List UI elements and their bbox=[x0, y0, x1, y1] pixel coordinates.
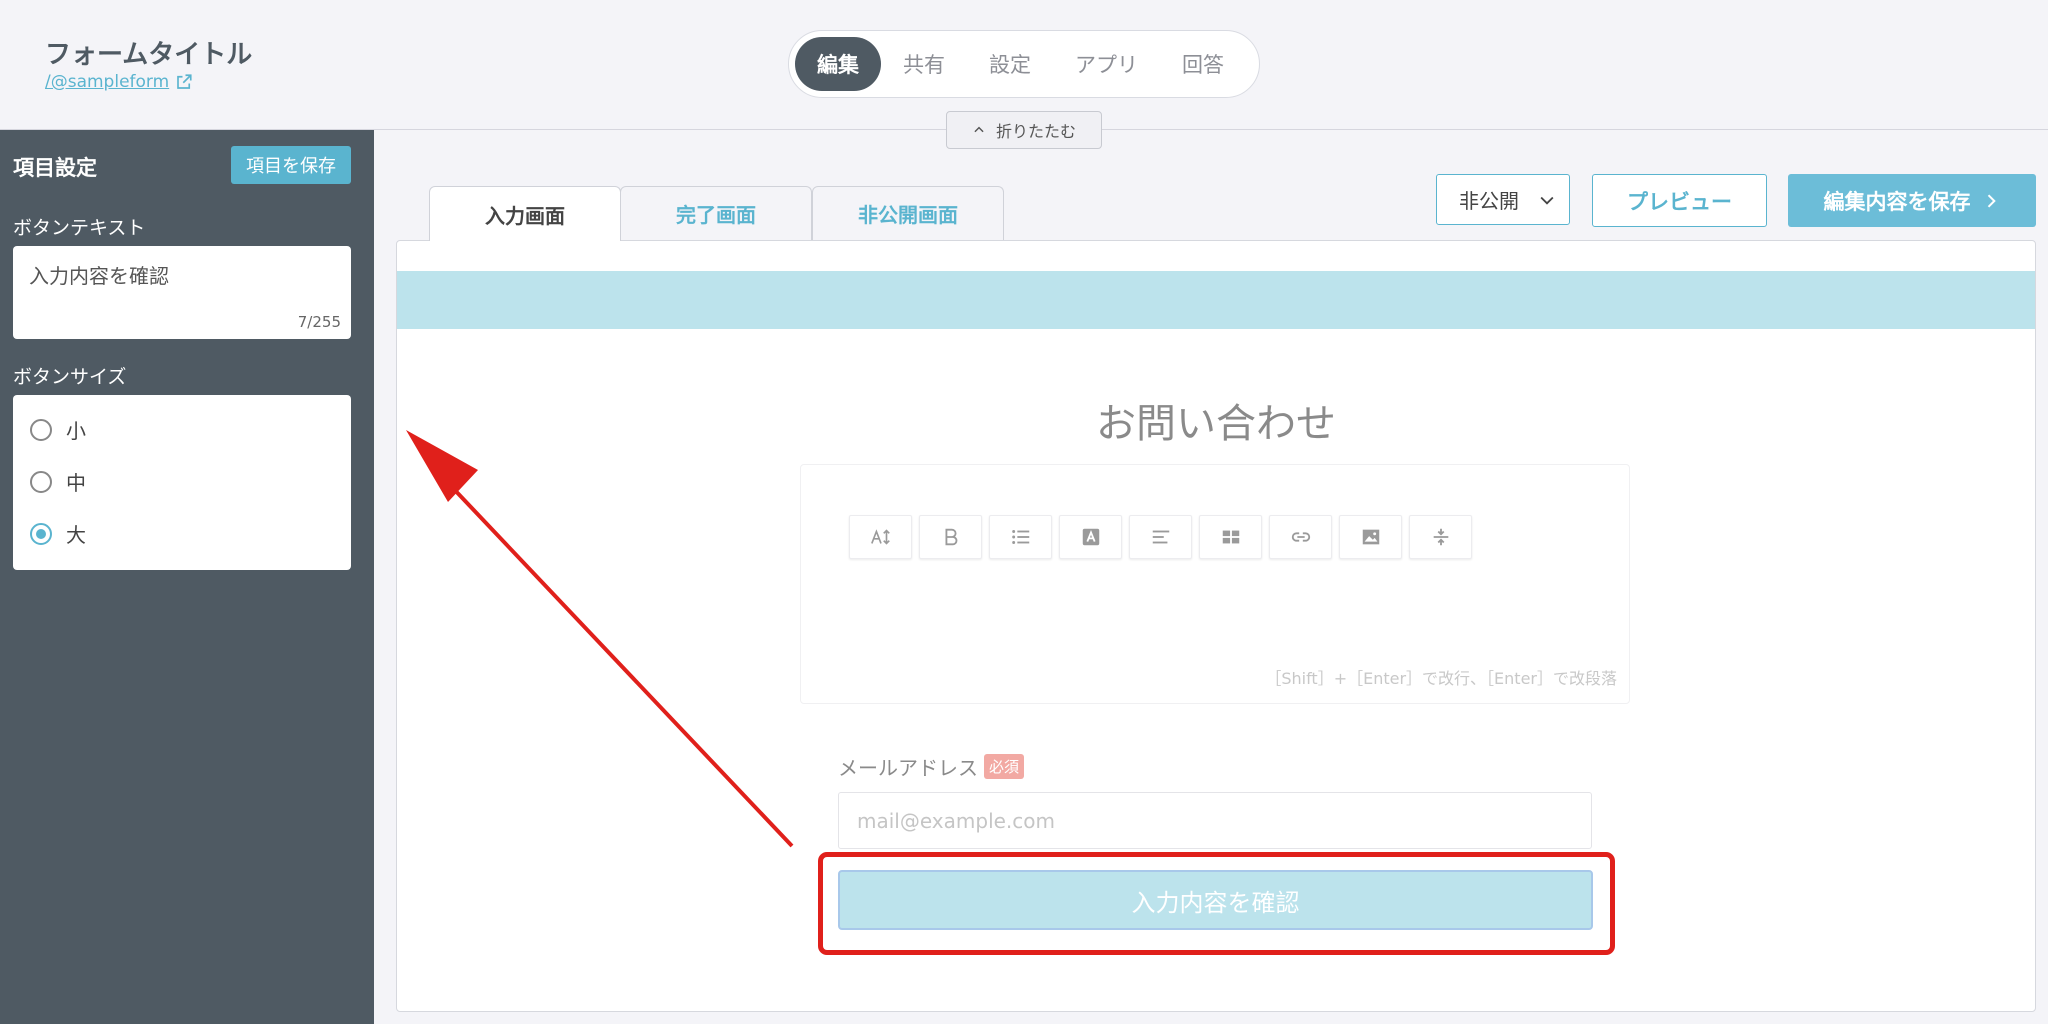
email-field-label: メールアドレス 必須 bbox=[838, 752, 1025, 781]
sidebar: 項目設定 項目を保存 ボタンテキスト 入力内容を確認 7/255 ボタンサイズ … bbox=[0, 130, 374, 1024]
email-input[interactable]: mail@example.com bbox=[838, 792, 1592, 849]
align-icon[interactable] bbox=[1129, 515, 1192, 559]
text-color-icon[interactable] bbox=[1059, 515, 1122, 559]
button-text-label: ボタンテキスト bbox=[13, 217, 146, 239]
size-medium-label: 中 bbox=[66, 471, 86, 495]
confirm-button[interactable]: 入力内容を確認 bbox=[838, 870, 1593, 930]
save-item-button[interactable]: 項目を保存 bbox=[231, 146, 351, 184]
chevron-down-icon bbox=[1540, 196, 1554, 205]
preview-button[interactable]: プレビュー bbox=[1592, 174, 1767, 227]
button-size-options: 小 中 大 bbox=[13, 395, 351, 570]
collapse-label: 折りたたむ bbox=[995, 122, 1076, 141]
form-link[interactable]: /@sampleform bbox=[45, 72, 193, 92]
tab-complete-screen[interactable]: 完了画面 bbox=[620, 186, 812, 240]
tab-private-screen[interactable]: 非公開画面 bbox=[812, 186, 1004, 240]
size-large-label: 大 bbox=[66, 523, 86, 547]
size-small-label: 小 bbox=[66, 419, 86, 443]
rich-text-editor[interactable]: ［Shift］+［Enter］で改行、［Enter］で改段落 bbox=[800, 464, 1630, 704]
size-option-small[interactable]: 小 bbox=[30, 415, 86, 444]
size-option-medium[interactable]: 中 bbox=[30, 467, 86, 496]
form-heading[interactable]: お問い合わせ bbox=[397, 391, 2035, 449]
radio-small[interactable] bbox=[30, 418, 52, 441]
divider-icon[interactable] bbox=[1409, 515, 1472, 559]
save-edit-button[interactable]: 編集内容を保存 bbox=[1788, 174, 2036, 227]
form-link-text: /@sampleform bbox=[45, 72, 170, 92]
visibility-select[interactable]: 非公開 bbox=[1436, 174, 1570, 225]
sidebar-title: 項目設定 bbox=[13, 156, 97, 180]
bold-icon[interactable] bbox=[919, 515, 982, 559]
nav-edit[interactable]: 編集 bbox=[795, 37, 881, 91]
nav-apps[interactable]: アプリ bbox=[1053, 37, 1160, 91]
email-label-text: メールアドレス bbox=[838, 756, 978, 780]
button-text-value: 入力内容を確認 bbox=[29, 264, 169, 288]
nav-responses[interactable]: 回答 bbox=[1160, 37, 1246, 91]
link-icon[interactable] bbox=[1269, 515, 1332, 559]
form-canvas: お問い合わせ ［Shift］+［Enter］で改行、［Enter］で改段落 メー… bbox=[396, 240, 2036, 1012]
tab-input-screen[interactable]: 入力画面 bbox=[429, 186, 621, 241]
image-icon[interactable] bbox=[1339, 515, 1402, 559]
nav-settings[interactable]: 設定 bbox=[967, 37, 1053, 91]
text-size-icon[interactable] bbox=[849, 515, 912, 559]
chevron-up-icon bbox=[974, 126, 984, 133]
editor-toolbar bbox=[849, 515, 1472, 559]
form-title: フォームタイトル bbox=[45, 40, 253, 70]
list-icon[interactable] bbox=[989, 515, 1052, 559]
size-option-large[interactable]: 大 bbox=[30, 519, 86, 548]
char-count: 7/255 bbox=[297, 313, 341, 331]
required-badge: 必須 bbox=[984, 754, 1025, 779]
collapse-button[interactable]: 折りたたむ bbox=[946, 111, 1102, 149]
main-nav: 編集 共有 設定 アプリ 回答 bbox=[788, 30, 1260, 98]
radio-large[interactable] bbox=[30, 522, 52, 545]
external-link-icon bbox=[177, 74, 192, 89]
radio-medium[interactable] bbox=[30, 470, 52, 493]
editor-hint: ［Shift］+［Enter］で改行、［Enter］で改段落 bbox=[1265, 669, 1617, 688]
visibility-value: 非公開 bbox=[1459, 189, 1519, 213]
button-text-field[interactable]: 入力内容を確認 7/255 bbox=[13, 246, 351, 339]
save-edit-label: 編集内容を保存 bbox=[1823, 189, 1971, 214]
chevron-right-icon bbox=[1987, 193, 1996, 208]
button-size-label: ボタンサイズ bbox=[13, 366, 127, 388]
nav-share[interactable]: 共有 bbox=[881, 37, 967, 91]
table-icon[interactable] bbox=[1199, 515, 1262, 559]
header-banner[interactable] bbox=[397, 271, 2035, 329]
